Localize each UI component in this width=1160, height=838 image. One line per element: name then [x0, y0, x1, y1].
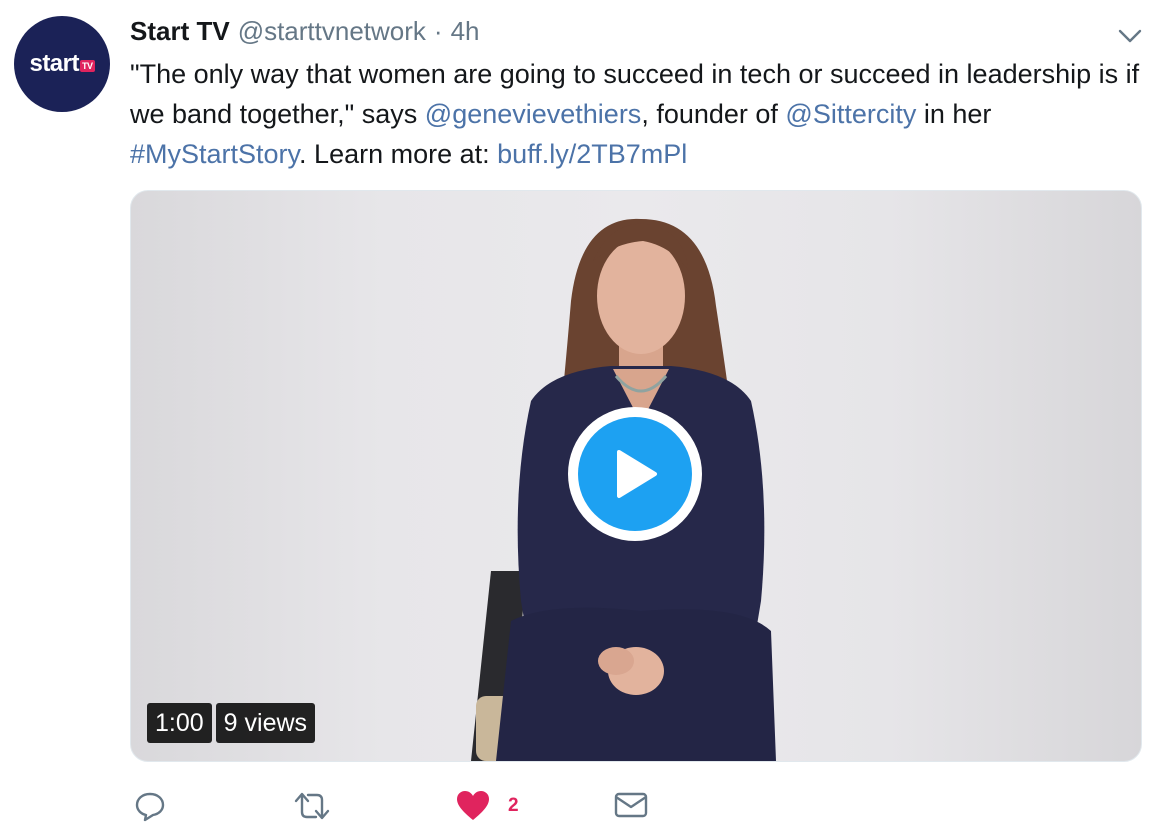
author-name[interactable]: Start TV: [130, 14, 230, 48]
reply-icon: [135, 792, 165, 822]
like-count: 2: [508, 795, 519, 816]
avatar[interactable]: start TV: [14, 16, 110, 112]
tweet-content: Start TV @starttvnetwork · 4h "The only …: [130, 14, 1144, 822]
like-button[interactable]: 2: [456, 790, 519, 822]
action-bar: 2: [130, 790, 1142, 830]
direct-message-button[interactable]: [614, 790, 648, 820]
separator: ·: [433, 16, 443, 46]
external-link[interactable]: buff.ly/2TB7mPl: [497, 139, 687, 169]
video-views: 9 views: [215, 703, 316, 743]
envelope-icon: [614, 792, 648, 818]
retweet-button[interactable]: [292, 790, 332, 822]
tweet-text: "The only way that women are going to su…: [130, 54, 1142, 174]
author-handle[interactable]: @starttvnetwork: [238, 14, 426, 48]
text-part-3: in her: [916, 99, 992, 129]
reply-button[interactable]: [134, 790, 166, 822]
mention-genevievethiers[interactable]: @genevievethiers: [425, 99, 642, 129]
play-icon: [617, 450, 657, 498]
logo-text: start: [29, 50, 79, 77]
heart-icon: [457, 791, 489, 820]
tweet-header: Start TV @starttvnetwork · 4h: [130, 14, 1142, 48]
text-part-4: . Learn more at:: [299, 139, 498, 169]
start-tv-logo: start TV: [29, 50, 95, 78]
play-button[interactable]: [568, 407, 702, 541]
logo-badge: TV: [80, 60, 95, 72]
play-button-inner: [578, 417, 692, 531]
hashtag-mystartstory[interactable]: #MyStartStory: [130, 139, 299, 169]
mention-sittercity[interactable]: @Sittercity: [785, 99, 916, 129]
text-part-2: , founder of: [641, 99, 786, 129]
chevron-down-icon[interactable]: [1116, 22, 1144, 50]
tweet: start TV Start TV @starttvnetwork · 4h "T…: [0, 0, 1160, 838]
video-badges: 1:00 9 views: [147, 703, 316, 743]
retweet-icon: [294, 792, 330, 820]
video-player[interactable]: 1:00 9 views: [130, 190, 1142, 762]
timestamp[interactable]: 4h: [451, 14, 480, 48]
video-duration: 1:00: [147, 703, 212, 743]
